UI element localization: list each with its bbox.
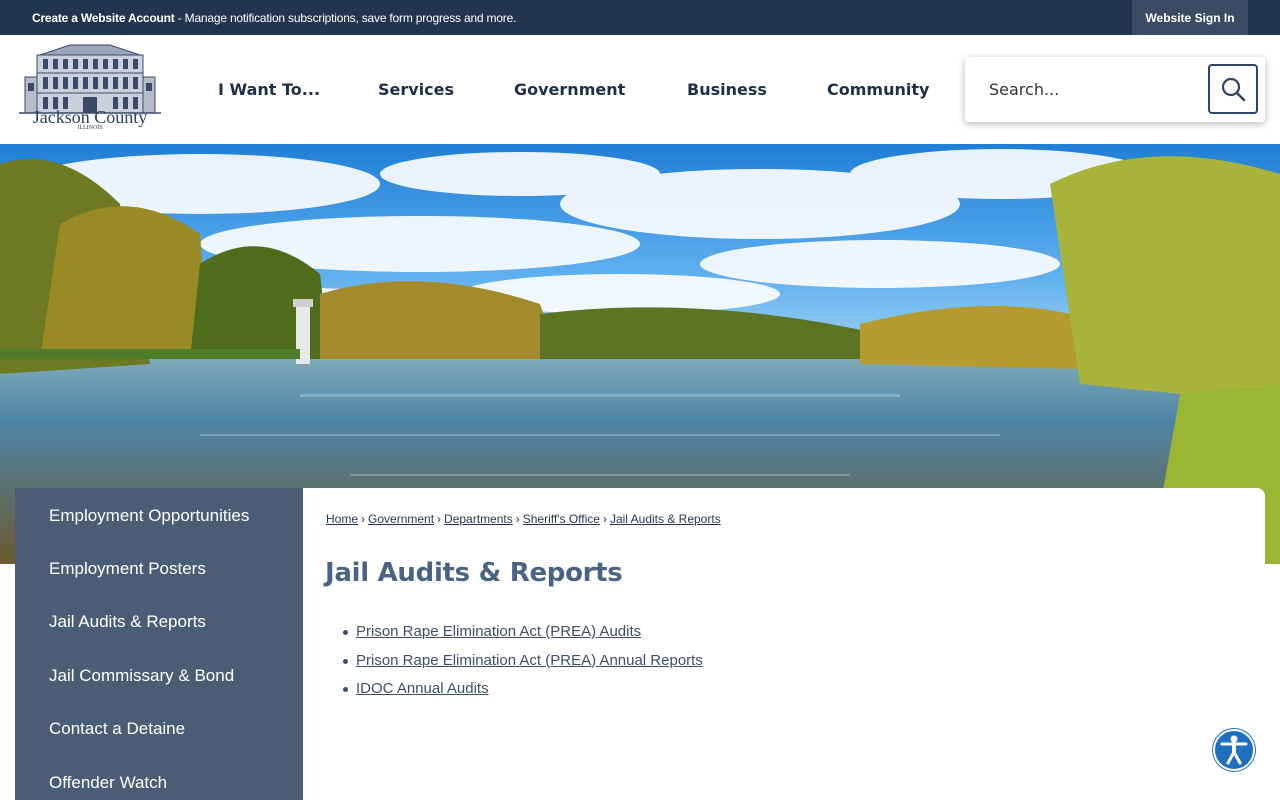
nav-community[interactable]: Community — [827, 80, 929, 99]
list-item: Prison Rape Elimination Act (PREA) Audit… — [343, 623, 703, 652]
search-box — [965, 57, 1265, 122]
breadcrumb-home[interactable]: Home — [326, 512, 358, 526]
breadcrumb-departments[interactable]: Departments — [444, 512, 513, 526]
report-links-list: Prison Rape Elimination Act (PREA) Audit… — [343, 623, 703, 709]
main-content: Home › Government › Departments › Sheriff's Of… — [303, 488, 1265, 800]
breadcrumb-sheriffs-office[interactable]: Sheriff's Office — [523, 512, 600, 526]
breadcrumb-separator: › — [437, 512, 442, 526]
site-header: Jackson County ILLINOIS I Want To... Ser… — [0, 35, 1280, 144]
search-button[interactable] — [1208, 64, 1258, 114]
sidebar-item-jail-audits-reports[interactable]: Jail Audits & Reports — [49, 612, 206, 632]
sidebar-item-offender-watch[interactable]: Offender Watch — [49, 773, 167, 793]
logo-subtext: ILLINOIS — [77, 125, 103, 131]
page-title: Jail Audits & Reports — [325, 558, 623, 588]
sidebar-item-employment-posters[interactable]: Employment Posters — [49, 559, 206, 579]
list-item: Prison Rape Elimination Act (PREA) Annua… — [343, 652, 703, 681]
website-sign-in-button[interactable]: Website Sign In — [1132, 0, 1248, 35]
prea-audits-link[interactable]: Prison Rape Elimination Act (PREA) Audit… — [356, 623, 641, 640]
breadcrumb-current[interactable]: Jail Audits & Reports — [610, 512, 721, 526]
sidebar-item-employment-opportunities[interactable]: Employment Opportunities — [49, 506, 249, 526]
breadcrumb-separator: › — [515, 512, 520, 526]
breadcrumb-separator: › — [602, 512, 607, 526]
top-bar: Create a Website Account - Manage notifi… — [0, 0, 1280, 35]
sidebar-item-jail-commissary-bond[interactable]: Jail Commissary & Bond — [49, 666, 234, 686]
nav-business[interactable]: Business — [687, 80, 767, 99]
sidebar-menu: Employment Opportunities Employment Post… — [15, 488, 303, 800]
create-account-link[interactable]: Create a Website Account - Manage notifi… — [32, 11, 516, 25]
jackson-county-logo[interactable]: Jackson County ILLINOIS — [15, 43, 165, 133]
search-icon — [1221, 77, 1246, 102]
prea-annual-reports-link[interactable]: Prison Rape Elimination Act (PREA) Annua… — [356, 652, 703, 669]
nav-services[interactable]: Services — [378, 80, 454, 99]
idoc-annual-audits-link[interactable]: IDOC Annual Audits — [356, 680, 489, 697]
accessibility-button[interactable] — [1213, 729, 1255, 771]
nav-government[interactable]: Government — [514, 80, 625, 99]
sidebar-item-contact-detainee[interactable]: Contact a Detaine — [49, 719, 185, 739]
nav-i-want-to[interactable]: I Want To... — [218, 80, 320, 99]
breadcrumb-separator: › — [361, 512, 366, 526]
accessibility-icon — [1220, 735, 1248, 765]
list-item: IDOC Annual Audits — [343, 680, 703, 709]
search-input[interactable] — [975, 67, 1205, 112]
breadcrumb-government[interactable]: Government — [368, 512, 434, 526]
breadcrumb: Home › Government › Departments › Sheriff's Of… — [326, 512, 721, 526]
